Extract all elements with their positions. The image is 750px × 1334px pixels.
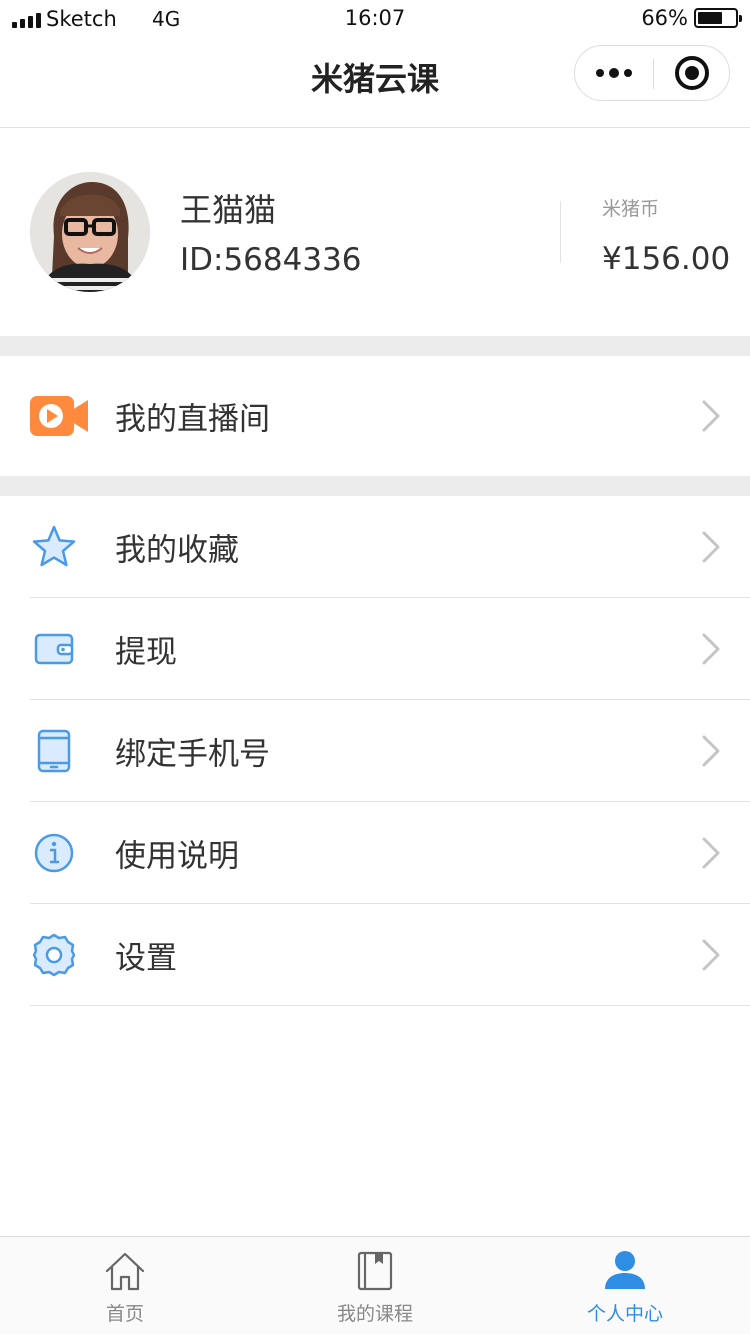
star-icon <box>32 525 76 567</box>
nav-bar: 米猪云课 <box>0 40 750 128</box>
battery-percent: 66% <box>641 6 688 30</box>
status-bar: Sketch 4G 16:07 66% <box>0 0 750 40</box>
target-close-icon[interactable] <box>675 56 709 90</box>
video-camera-icon <box>30 396 88 436</box>
menu-item-withdraw[interactable]: 提现 <box>0 598 750 700</box>
more-dots-icon[interactable] <box>575 46 653 100</box>
menu-item-favorites[interactable]: 我的收藏 <box>0 496 750 598</box>
avatar[interactable] <box>30 172 150 292</box>
book-icon <box>357 1251 393 1291</box>
profile-divider <box>560 201 561 263</box>
user-id: ID:5684336 <box>180 242 362 278</box>
tab-my-courses[interactable]: 我的课程 <box>250 1237 500 1334</box>
chevron-right-icon <box>702 400 720 432</box>
chevron-right-icon <box>702 735 720 767</box>
wallet-icon <box>34 633 74 665</box>
tab-label: 我的课程 <box>336 1303 413 1325</box>
chevron-right-icon <box>702 531 720 563</box>
menu-item-label: 绑定手机号 <box>115 736 270 773</box>
status-time: 16:07 <box>344 6 406 30</box>
tablet-icon <box>37 729 71 773</box>
capsule-divider <box>653 59 654 89</box>
gear-icon <box>32 933 76 977</box>
menu-item-label: 设置 <box>115 940 177 977</box>
menu-item-bind-phone[interactable]: 绑定手机号 <box>0 700 750 802</box>
row-divider <box>30 1005 750 1006</box>
chevron-right-icon <box>702 837 720 869</box>
person-icon <box>605 1251 645 1289</box>
menu-item-label: 我的收藏 <box>115 532 239 569</box>
chevron-right-icon <box>702 939 720 971</box>
chevron-right-icon <box>702 633 720 665</box>
profile-card: 王猫猫 ID:5684336 米猪币 ¥156.00 <box>0 129 750 336</box>
coin-balance: ¥156.00 <box>602 241 731 277</box>
battery-icon <box>694 8 742 28</box>
menu-item-label: 提现 <box>115 634 177 671</box>
tab-label: 首页 <box>105 1303 144 1325</box>
home-icon <box>105 1252 145 1291</box>
mini-program-capsule <box>574 45 730 101</box>
menu-item-settings[interactable]: 设置 <box>0 904 750 1006</box>
info-icon <box>34 833 74 873</box>
menu-item-label: 使用说明 <box>115 838 239 875</box>
menu-item-live-room[interactable]: 我的直播间 <box>0 356 750 476</box>
section-separator <box>0 476 750 496</box>
tab-personal-center[interactable]: 个人中心 <box>500 1237 750 1334</box>
coin-label: 米猪币 <box>602 198 660 220</box>
avatar-image <box>30 172 150 292</box>
tab-home[interactable]: 首页 <box>0 1237 250 1334</box>
section-separator <box>0 336 750 356</box>
menu-item-label: 我的直播间 <box>115 401 270 438</box>
menu-item-instructions[interactable]: 使用说明 <box>0 802 750 904</box>
tab-label: 个人中心 <box>586 1303 663 1325</box>
tab-bar: 首页 我的课程 个人中心 <box>0 1236 750 1334</box>
user-name: 王猫猫 <box>180 191 277 229</box>
